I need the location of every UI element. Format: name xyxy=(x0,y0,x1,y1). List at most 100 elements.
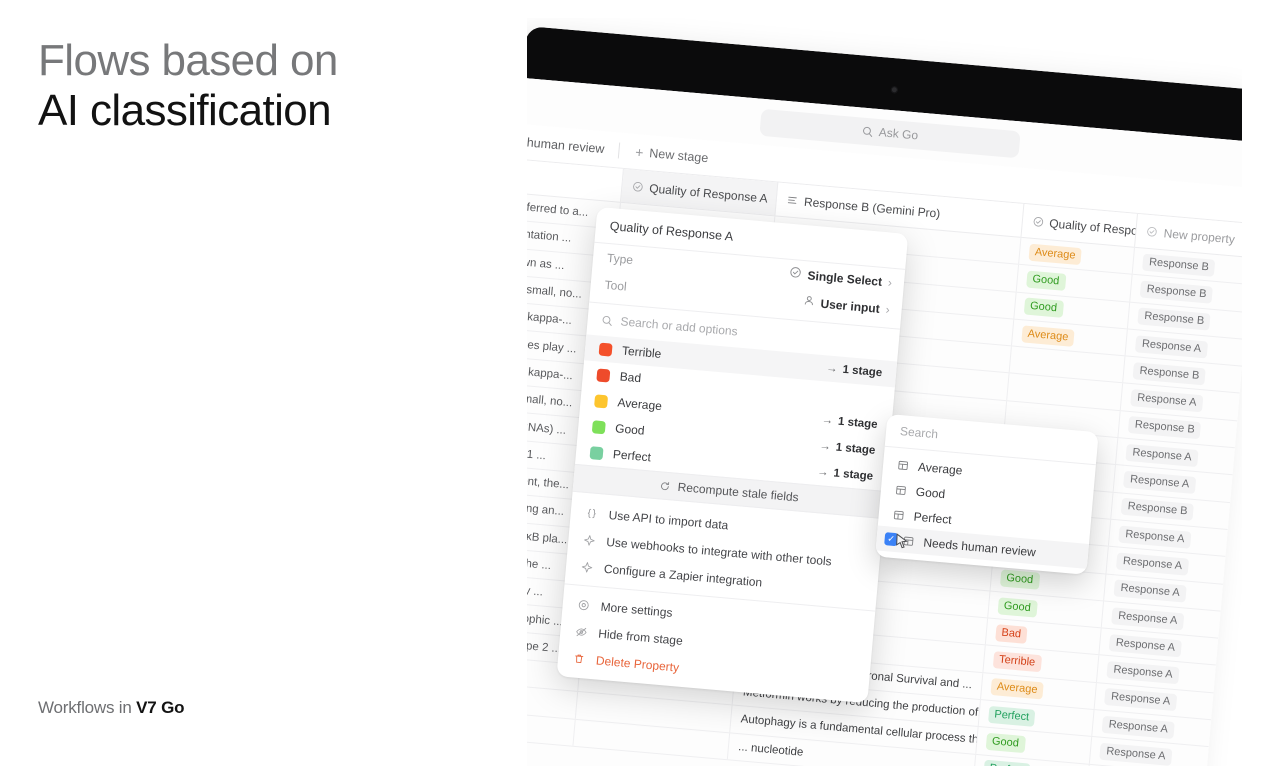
table-icon xyxy=(897,458,910,471)
new-property-chip: Response A xyxy=(1104,688,1177,712)
quality-b-chip: Perfect xyxy=(987,705,1036,727)
check-circle-icon xyxy=(1146,226,1158,238)
new-property-chip: Response A xyxy=(1106,661,1180,685)
chevron-right-icon: › xyxy=(887,274,893,290)
new-property-chip: Response A xyxy=(1123,470,1196,494)
option-search-placeholder: Search or add options xyxy=(620,314,739,339)
option-stage-label: 1 stage xyxy=(835,441,876,457)
property-type-text: Single Select xyxy=(807,267,883,289)
quality-b-chip: Average xyxy=(1028,243,1083,265)
plus-icon: + xyxy=(634,143,645,161)
new-property-chip: Response A xyxy=(1109,633,1182,658)
new-property-chip: Response A xyxy=(1135,334,1208,359)
quality-b-chip: Good xyxy=(997,596,1038,618)
new-property-chip: Response A xyxy=(1130,389,1204,413)
app-screen: Ask Go human review + New stage Quality … xyxy=(527,77,1262,766)
ask-go-placeholder: Ask Go xyxy=(878,125,919,143)
refresh-icon xyxy=(661,481,670,490)
stage-option-list: Average Good Perfect ✓ Needs human review xyxy=(875,447,1096,575)
property-type-label: Type xyxy=(606,250,634,267)
cell-response-b-text: ... nucleotide xyxy=(737,740,804,759)
row-title-text: re small, no... xyxy=(527,392,573,410)
arrow-right-icon: → xyxy=(818,440,832,454)
quality-b-chip: Good xyxy=(1023,297,1064,318)
option-stage-label: 1 stage xyxy=(837,415,879,432)
option-stage-link[interactable]: → 1 stage xyxy=(821,414,878,431)
row-title-text: eferred to a... xyxy=(527,201,589,220)
row-title-text: targeting an... xyxy=(527,500,565,519)
footer-brand: V7 Go xyxy=(136,698,185,717)
color-swatch-icon xyxy=(596,367,611,383)
property-type-value[interactable]: Single Select › xyxy=(789,266,893,290)
braces-icon xyxy=(584,506,598,519)
row-title-text: entation ... xyxy=(527,228,572,246)
stage-option-label: Average xyxy=(917,459,964,478)
row-title-text: ctor kappa-... xyxy=(527,364,574,383)
device-stage: Ask Go human review + New stage Quality … xyxy=(527,18,1280,766)
property-settings-popup: Quality of Response A Type Single Select… xyxy=(556,206,909,704)
option-stage-link[interactable]: → 1 stage xyxy=(817,466,874,483)
search-icon xyxy=(862,126,873,137)
trash-icon xyxy=(572,652,586,665)
row-title-text: Type 1 ... xyxy=(527,446,547,463)
color-swatch-icon xyxy=(594,393,609,408)
new-stage-label: New stage xyxy=(648,145,709,165)
mouse-cursor-icon xyxy=(895,533,909,549)
column-header-new-property-label: New property xyxy=(1163,225,1236,246)
row-title-text: tor kappa-... xyxy=(527,310,573,328)
new-property-chip: Response A xyxy=(1111,606,1185,630)
menu-item-label: Use API to import data xyxy=(608,507,729,532)
arrow-right-icon: → xyxy=(825,362,839,376)
property-tool-value[interactable]: User input › xyxy=(802,294,890,317)
text-lines-icon xyxy=(787,194,799,206)
recompute-label: Recompute stale fields xyxy=(677,479,800,505)
stage-option-label: Needs human review xyxy=(922,535,1037,559)
new-property-chip: Response B xyxy=(1137,307,1211,331)
option-stage-label: 1 stage xyxy=(842,363,883,380)
column-header-quality-a-label: Quality of Response A xyxy=(648,180,769,206)
laptop-device: Ask Go human review + New stage Quality … xyxy=(527,26,1267,766)
arrow-right-icon: → xyxy=(816,466,830,479)
webcam-icon xyxy=(890,85,899,94)
row-title-text: lopment, the... xyxy=(527,473,570,492)
right-crop-mask xyxy=(1242,0,1280,766)
spark-icon xyxy=(582,533,596,546)
row-title-text: own as ... xyxy=(527,255,565,272)
new-stage-button[interactable]: + New stage xyxy=(619,142,719,167)
row-title-text: ort for the ... xyxy=(527,555,552,573)
column-header-quality-b-label: Quality of Response B xyxy=(1048,215,1139,240)
row-title-text: Neurotrophic ... xyxy=(527,609,564,628)
chevron-right-icon: › xyxy=(885,301,891,317)
slide-root: Flows based on AI classification Workflo… xyxy=(0,0,1280,766)
new-property-chip: Response A xyxy=(1113,579,1187,603)
headline-block: Flows based on AI classification xyxy=(38,36,338,136)
option-stage-label: 1 stage xyxy=(833,467,874,483)
color-swatch-icon xyxy=(589,445,604,460)
quality-b-chip: Average xyxy=(1020,324,1076,347)
new-property-chip: Response B xyxy=(1132,362,1207,386)
option-stage-link[interactable]: → 1 stage xyxy=(819,440,876,457)
quality-b-chip: Good xyxy=(999,569,1040,590)
color-swatch-icon xyxy=(591,419,606,434)
check-circle-icon xyxy=(789,266,802,282)
option-stage-link[interactable]: → 1 stage xyxy=(826,362,883,379)
eye-off-icon xyxy=(574,625,588,638)
new-property-chip: Response B xyxy=(1140,280,1214,304)
table-icon xyxy=(894,483,907,496)
row-title-text: anage type 2 ... xyxy=(527,636,562,656)
new-property-chip: Response B xyxy=(1142,253,1216,277)
stage-option-label: Perfect xyxy=(913,509,953,527)
column-header-response-b-label: Response B (Gemini Pro) xyxy=(803,194,941,221)
arrow-right-icon: → xyxy=(821,414,834,428)
quality-b-chip: Good xyxy=(985,732,1026,754)
row-title-text: re small, no... xyxy=(527,283,583,301)
quality-b-chip: Average xyxy=(990,678,1045,700)
stage-tab-human-review[interactable]: human review xyxy=(527,135,619,157)
new-property-chip: Response A xyxy=(1125,443,1199,467)
new-property-chip: Response A xyxy=(1101,715,1175,739)
new-property-chip: Response A xyxy=(1116,552,1189,576)
color-swatch-icon xyxy=(598,342,613,357)
stage-option-label: Good xyxy=(915,484,946,501)
check-circle-icon xyxy=(632,181,644,193)
search-icon xyxy=(602,315,612,326)
